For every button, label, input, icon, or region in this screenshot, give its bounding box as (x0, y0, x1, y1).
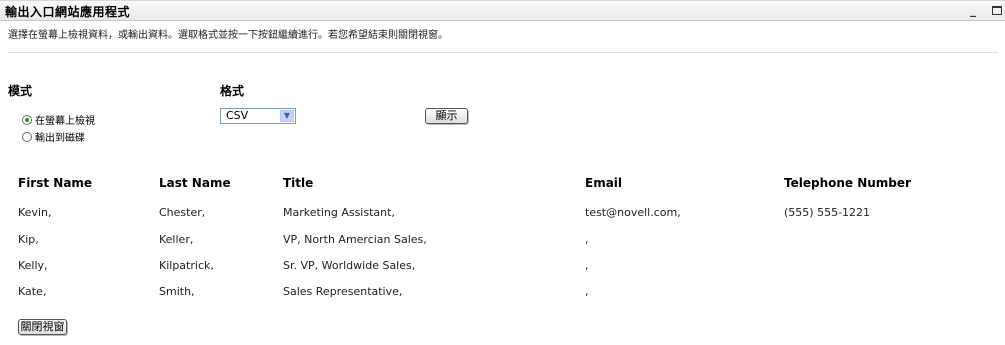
cell-title: Sales Representative, (283, 285, 403, 298)
cell-telephone: (555) 555-1221 (784, 206, 871, 219)
column-header-title: Title (283, 176, 314, 190)
instructions-text: 選擇在螢幕上檢視資料，或輸出資料。選取格式並按一下按鈕繼續進行。若您希望結束則關… (8, 27, 998, 53)
maximize-icon[interactable] (992, 6, 1002, 15)
cell-email: test@novell.com, (585, 206, 681, 219)
cell-email: , (585, 285, 589, 298)
title-bar: 輸出入口網站應用程式 _ (0, 0, 1005, 21)
column-header-email: Email (585, 176, 623, 190)
show-button[interactable]: 顯示 (425, 108, 468, 124)
cell-title: Sr. VP, Worldwide Sales, (283, 259, 416, 272)
mode-label: 模式 (8, 84, 33, 98)
close-window-button[interactable]: 關閉視窗 (18, 319, 67, 335)
radio-export-to-disk-label: 輸出到磁碟 (35, 133, 85, 144)
cell-first-name: Kip, (18, 233, 39, 246)
format-label: 格式 (220, 84, 245, 98)
window-title: 輸出入口網站應用程式 (5, 5, 131, 19)
radio-view-on-screen-label: 在螢幕上檢視 (35, 116, 95, 127)
format-select-value: CSV (226, 109, 249, 122)
column-header-telephone: Telephone Number (784, 176, 911, 190)
cell-first-name: Kevin, (18, 206, 52, 219)
export-portlet: 輸出入口網站應用程式 _ 選擇在螢幕上檢視資料，或輸出資料。選取格式並按一下按鈕… (0, 0, 1005, 345)
radio-checked-icon[interactable] (22, 114, 32, 125)
cell-email: , (585, 259, 589, 272)
cell-email: , (585, 233, 589, 246)
cell-last-name: Chester, (159, 206, 206, 219)
cell-first-name: Kate, (18, 285, 47, 298)
radio-export-to-disk[interactable]: 輸出到磁碟 (22, 129, 85, 144)
column-header-last-name: Last Name (159, 176, 231, 190)
radio-view-on-screen[interactable]: 在螢幕上檢視 (22, 112, 95, 127)
format-select[interactable]: CSV ▼ (220, 108, 296, 124)
minimize-button[interactable]: _ (970, 3, 976, 17)
cell-first-name: Kelly, (18, 259, 48, 272)
cell-title: VP, North Amercian Sales, (283, 233, 427, 246)
cell-title: Marketing Assistant, (283, 206, 395, 219)
column-header-first-name: First Name (18, 176, 93, 190)
chevron-down-icon[interactable]: ▼ (280, 110, 294, 122)
cell-last-name: Keller, (159, 233, 194, 246)
radio-unchecked-icon[interactable] (22, 131, 32, 142)
cell-last-name: Kilpatrick, (159, 259, 214, 272)
cell-last-name: Smith, (159, 285, 195, 298)
